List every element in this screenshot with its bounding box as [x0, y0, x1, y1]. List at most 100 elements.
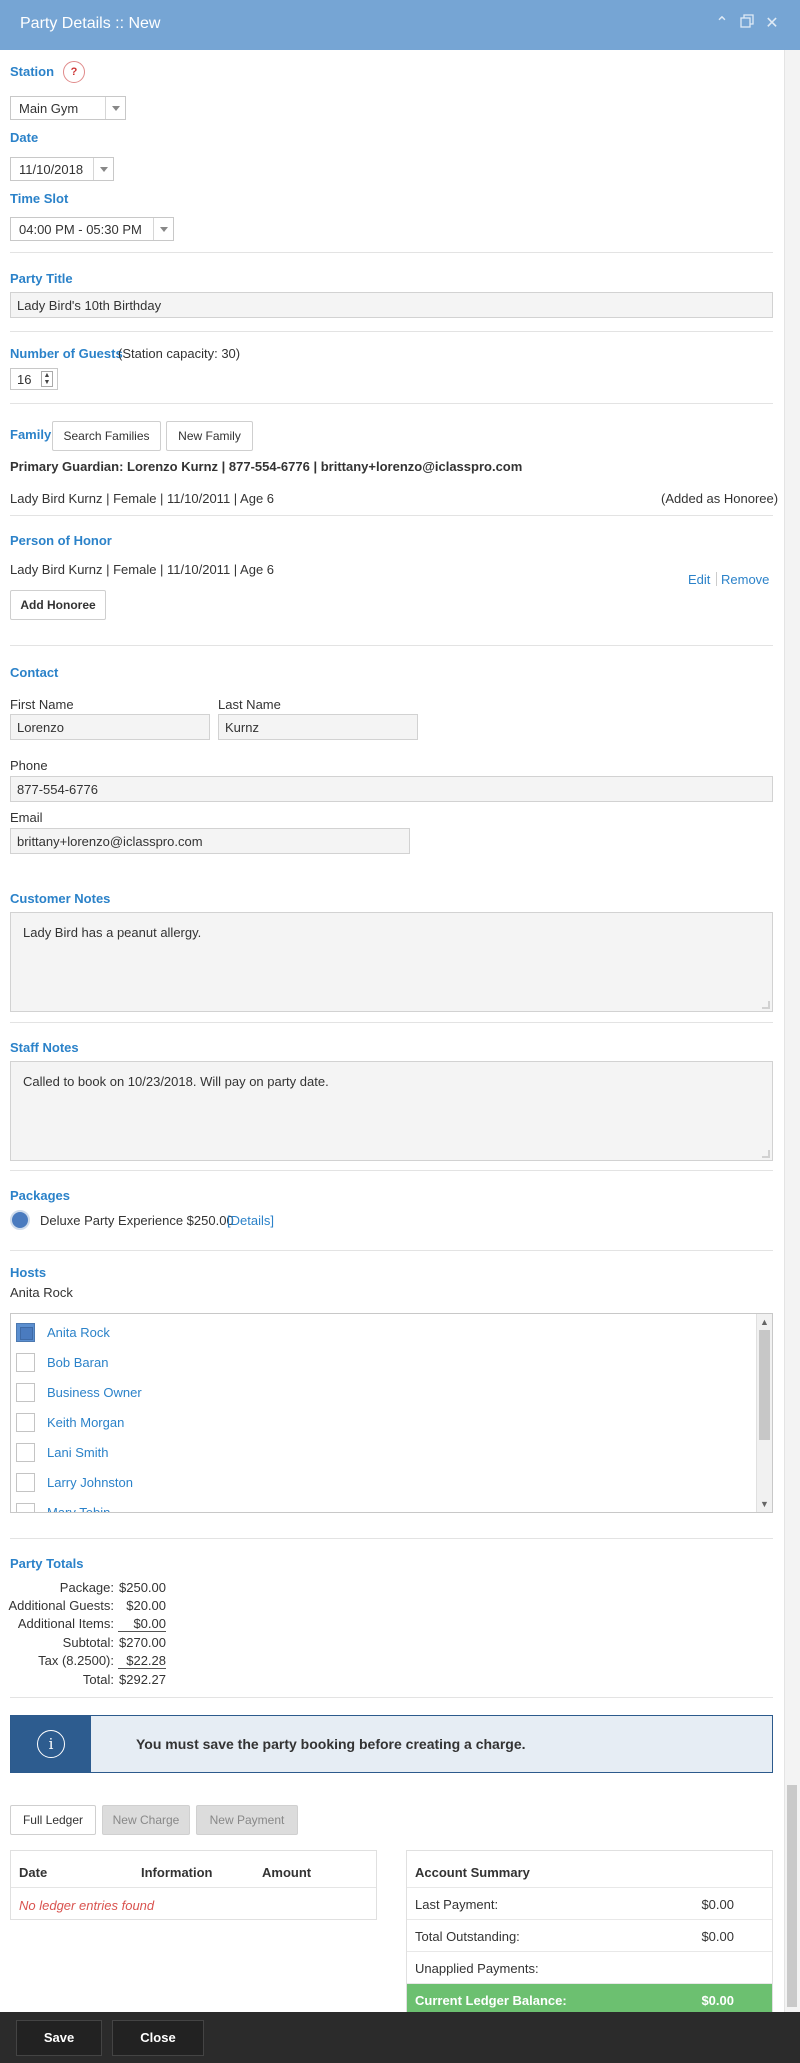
last-payment-value: $0.00: [701, 1897, 734, 1912]
divider: [10, 645, 773, 646]
scroll-thumb[interactable]: [787, 1785, 797, 2007]
phone-label: Phone: [10, 758, 48, 773]
guests-stepper[interactable]: 16 ▲ ▼: [10, 368, 58, 390]
account-summary: Account Summary Last Payment: $0.00 Tota…: [406, 1850, 773, 2012]
add-honoree-button[interactable]: Add Honoree: [10, 590, 106, 620]
subtotal-label: Subtotal:: [62, 1635, 114, 1650]
host-name[interactable]: Keith Morgan: [47, 1415, 124, 1430]
tax-label: Tax (8.2500):: [38, 1653, 114, 1668]
stepper-arrows-icon[interactable]: ▲ ▼: [41, 371, 53, 387]
host-name[interactable]: Larry Johnston: [47, 1475, 133, 1490]
host-name[interactable]: Mary Tobin: [47, 1505, 110, 1512]
time-slot-select[interactable]: 04:00 PM - 05:30 PM: [10, 217, 174, 241]
station-select[interactable]: Main Gym: [10, 96, 126, 120]
new-payment-button[interactable]: New Payment: [196, 1805, 298, 1835]
scroll-down-icon[interactable]: ▼: [757, 1497, 772, 1511]
list-item[interactable]: Larry Johnston: [11, 1467, 751, 1497]
list-item[interactable]: Keith Morgan: [11, 1407, 751, 1437]
guests-value: 16: [17, 372, 32, 387]
collapse-icon[interactable]: ⌃: [712, 14, 732, 34]
primary-guardian: Primary Guardian: Lorenzo Kurnz | 877-55…: [10, 459, 523, 474]
chevron-down-icon: [153, 218, 173, 240]
total-label: Total:: [82, 1672, 114, 1687]
family-label: Family: [10, 427, 52, 442]
first-name-input[interactable]: Lorenzo: [10, 714, 210, 740]
customer-notes-textarea[interactable]: Lady Bird has a peanut allergy.: [10, 912, 773, 1012]
staff-notes-value: Called to book on 10/23/2018. Will pay o…: [23, 1074, 329, 1089]
hosts-label: Hosts: [10, 1265, 47, 1280]
list-item[interactable]: Lani Smith: [11, 1437, 751, 1467]
host-name[interactable]: Anita Rock: [47, 1325, 110, 1340]
host-name[interactable]: Lani Smith: [47, 1445, 108, 1460]
total-value: $292.27: [119, 1672, 166, 1687]
close-icon[interactable]: ✕: [762, 14, 782, 34]
last-name-input[interactable]: Kurnz: [218, 714, 418, 740]
resize-grip-icon[interactable]: [762, 1001, 770, 1009]
new-family-button[interactable]: New Family: [166, 421, 253, 451]
ledger-col-date: Date: [19, 1865, 48, 1880]
date-picker[interactable]: 11/10/2018: [10, 157, 114, 181]
first-name-label: First Name: [10, 697, 74, 712]
summary-row-unapplied: Unapplied Payments:: [407, 1951, 772, 1983]
time-slot-value: 04:00 PM - 05:30 PM: [19, 222, 142, 237]
divider: [10, 1697, 773, 1698]
new-charge-button[interactable]: New Charge: [102, 1805, 190, 1835]
last-name-label: Last Name: [218, 697, 281, 712]
host-checkbox[interactable]: [16, 1473, 35, 1492]
host-checkbox[interactable]: [16, 1503, 35, 1512]
package-total-label: Package:: [59, 1580, 114, 1595]
host-checkbox[interactable]: [16, 1383, 35, 1402]
remove-honoree-link[interactable]: Remove: [721, 572, 769, 587]
host-checkbox[interactable]: [16, 1443, 35, 1462]
divider: [10, 1022, 773, 1023]
scroll-up-icon[interactable]: ▲: [757, 1315, 772, 1329]
full-ledger-button[interactable]: Full Ledger: [10, 1805, 96, 1835]
email-input[interactable]: brittany+lorenzo@iclasspro.com: [10, 828, 410, 854]
save-button[interactable]: Save: [16, 2020, 102, 2056]
contact-label: Contact: [10, 665, 59, 680]
close-button[interactable]: Close: [112, 2020, 204, 2056]
footer-bar: Save Close: [0, 2012, 800, 2063]
search-families-button[interactable]: Search Families: [52, 421, 161, 451]
window-title: Party Details :: New: [20, 15, 161, 32]
host-checkbox[interactable]: [16, 1413, 35, 1432]
package-total-value: $250.00: [119, 1580, 166, 1595]
divider: [11, 1887, 376, 1888]
divider: [10, 252, 773, 253]
list-item[interactable]: Anita Rock: [11, 1317, 751, 1347]
balance-value: $0.00: [701, 1993, 734, 2008]
honoree: Lady Bird Kurnz | Female | 11/10/2011 | …: [10, 562, 275, 577]
page-scrollbar[interactable]: [784, 50, 800, 2012]
customer-notes-label: Customer Notes: [10, 891, 111, 906]
party-title-input[interactable]: Lady Bird's 10th Birthday: [10, 292, 773, 318]
last-payment-label: Last Payment:: [415, 1897, 499, 1912]
resize-grip-icon[interactable]: [762, 1150, 770, 1158]
restore-icon[interactable]: [737, 14, 757, 34]
host-checkbox[interactable]: [16, 1323, 35, 1342]
host-checkbox[interactable]: [16, 1353, 35, 1372]
station-help-icon[interactable]: ?: [63, 61, 85, 83]
outstanding-value: $0.00: [701, 1929, 734, 1944]
hosts-scrollbar[interactable]: ▲ ▼: [756, 1314, 772, 1512]
info-icon: i: [37, 1730, 65, 1758]
scroll-thumb[interactable]: [759, 1330, 770, 1440]
divider: [10, 1250, 773, 1251]
family-member: Lady Bird Kurnz | Female | 11/10/2011 | …: [10, 491, 275, 506]
package-item: Deluxe Party Experience $250.00: [40, 1213, 234, 1228]
list-item[interactable]: Business Owner: [11, 1377, 751, 1407]
host-name[interactable]: Bob Baran: [47, 1355, 108, 1370]
ledger-col-information: Information: [141, 1865, 213, 1880]
guests-total-value: $20.00: [126, 1598, 166, 1613]
phone-input[interactable]: 877-554-6776: [10, 776, 773, 802]
chevron-down-icon: [93, 158, 113, 180]
chevron-down-icon: [105, 97, 125, 119]
package-radio[interactable]: [10, 1210, 30, 1230]
balance-label: Current Ledger Balance:: [415, 1993, 567, 2008]
package-details-link[interactable]: [Details]: [227, 1213, 274, 1228]
host-name[interactable]: Business Owner: [47, 1385, 142, 1400]
list-item[interactable]: Mary Tobin: [11, 1497, 751, 1512]
list-item[interactable]: Bob Baran: [11, 1347, 751, 1377]
divider: [10, 403, 773, 404]
staff-notes-textarea[interactable]: Called to book on 10/23/2018. Will pay o…: [10, 1061, 773, 1161]
edit-honoree-link[interactable]: Edit: [688, 572, 710, 587]
